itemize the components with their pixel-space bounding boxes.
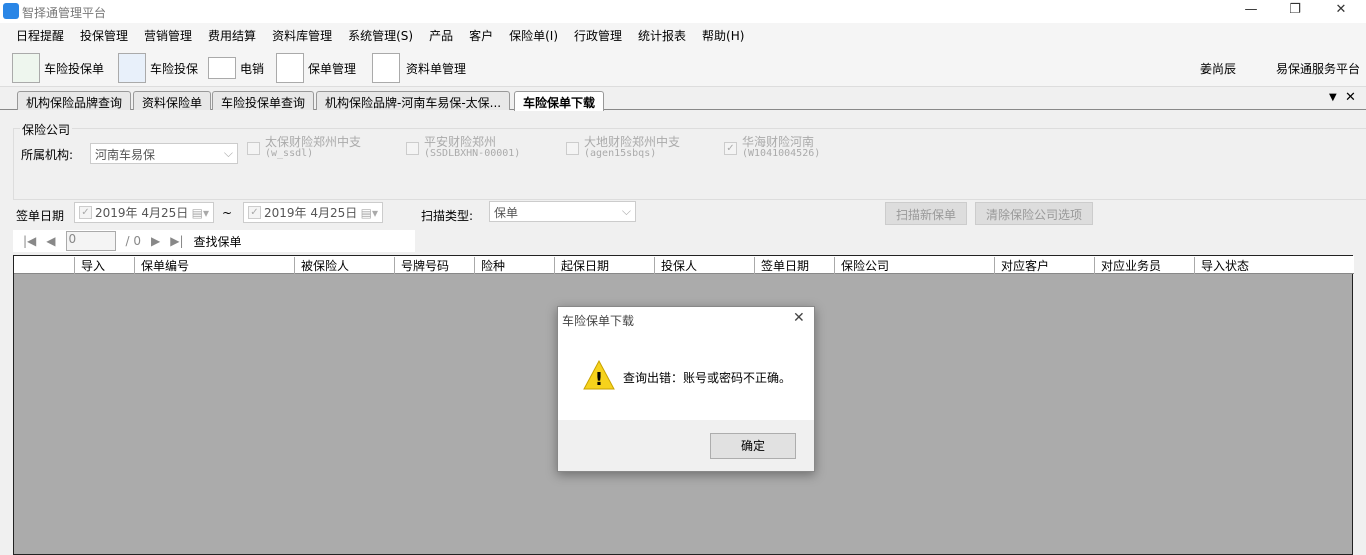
date-from-picker[interactable]: ✓ 2019年 4月25日 ▤▾ xyxy=(74,202,214,223)
error-dialog: 车险保单下载 ✕ ! 查询出错：账号或密码不正确。 确定 xyxy=(557,306,815,472)
date-label: 签单日期 xyxy=(16,209,65,223)
dialog-close-icon[interactable]: ✕ xyxy=(793,310,805,326)
contact-card-icon xyxy=(208,57,236,79)
car-insure-button[interactable]: 车险投保 xyxy=(118,53,198,83)
column-header[interactable]: 导入状态 xyxy=(1194,257,1249,274)
menu-item[interactable]: 客户 xyxy=(469,27,493,44)
menu-item[interactable]: 日程提醒 xyxy=(16,27,64,44)
column-header[interactable]: 险种 xyxy=(474,257,505,274)
calendar-icon[interactable]: ▤▾ xyxy=(361,206,378,220)
checkbox[interactable] xyxy=(566,142,579,155)
column-header[interactable]: 起保日期 xyxy=(554,257,609,274)
menu-item[interactable]: 系统管理(S) xyxy=(348,27,413,44)
minimize-icon[interactable]: — xyxy=(1241,2,1261,17)
telesales-button[interactable]: 电销 xyxy=(208,53,264,83)
calendar-icon[interactable]: ▤▾ xyxy=(192,206,209,220)
close-icon[interactable]: ✕ xyxy=(1331,2,1351,17)
tab-proposal-query[interactable]: 车险投保单查询 xyxy=(212,91,315,110)
company-checkbox[interactable]: 大地财险郑州中支 (agen15sbqs) xyxy=(566,136,680,159)
last-page-icon[interactable]: ▶| xyxy=(170,234,183,248)
column-header[interactable]: 被保险人 xyxy=(294,257,349,274)
insurer-group xyxy=(13,128,1366,200)
navigation-bar: |◀ ◀ 0 / 0 ▶ ▶| 查找保单 xyxy=(13,230,415,252)
spreadsheet-icon xyxy=(12,53,40,83)
car-proposal-button[interactable]: 车险投保单 xyxy=(12,53,104,83)
tilde: ~ xyxy=(222,206,233,220)
checkbox-checked[interactable]: ✓ xyxy=(79,206,92,219)
scan-type-select[interactable]: 保单 ⌵ xyxy=(489,201,636,222)
menu-item[interactable]: 费用结算 xyxy=(208,27,256,44)
company-checkbox[interactable]: 平安财险郑州 (SSDLBXHN-00001) xyxy=(406,136,520,159)
tab-data-policy[interactable]: 资料保险单 xyxy=(133,91,212,110)
blank-document-icon xyxy=(372,53,400,83)
date-to-picker[interactable]: ✓ 2019年 4月25日 ▤▾ xyxy=(243,202,383,223)
grid-header: 导入 保单编号 被保险人 号牌号码 险种 起保日期 投保人 签单日期 保险公司 … xyxy=(14,256,1354,274)
checkbox-checked[interactable]: ✓ xyxy=(724,142,737,155)
menu-item[interactable]: 资料库管理 xyxy=(272,27,332,44)
tab-policy-download[interactable]: 车险保单下载 xyxy=(514,91,605,111)
find-policy-button[interactable]: 查找保单 xyxy=(194,233,242,250)
restore-icon[interactable]: ❐ xyxy=(1285,2,1305,17)
column-header[interactable]: 投保人 xyxy=(654,257,697,274)
prev-page-icon[interactable]: ◀ xyxy=(46,234,55,248)
checkbox[interactable] xyxy=(406,142,419,155)
window-title: 智择通管理平台 xyxy=(22,6,107,20)
title-bar: 智择通管理平台 — ❐ ✕ xyxy=(0,0,1366,23)
tab-brand-query[interactable]: 机构保险品牌查询 xyxy=(17,91,132,110)
menu-item[interactable]: 产品 xyxy=(429,27,453,44)
document-pen-icon xyxy=(118,53,146,83)
policy-management-button[interactable]: 保单管理 xyxy=(276,53,356,83)
scan-new-policy-button[interactable]: 扫描新保单 xyxy=(885,202,968,225)
tab-close-icon[interactable]: ✕ xyxy=(1345,90,1356,105)
app-icon xyxy=(3,3,19,19)
service-platform-link[interactable]: 易保通服务平台 xyxy=(1276,60,1360,77)
menu-item[interactable]: 帮助(H) xyxy=(702,27,744,44)
column-header[interactable]: 对应业务员 xyxy=(1094,257,1161,274)
first-page-icon[interactable]: |◀ xyxy=(23,234,36,248)
column-header[interactable]: 号牌号码 xyxy=(394,257,449,274)
page-input[interactable]: 0 xyxy=(65,231,116,251)
tab-brand-henan[interactable]: 机构保险品牌-河南车易保-太保... xyxy=(316,91,511,110)
chevron-down-icon: ⌵ xyxy=(223,146,233,160)
menu-item[interactable]: 行政管理 xyxy=(574,27,622,44)
clear-company-button[interactable]: 清除保险公司选项 xyxy=(975,202,1094,225)
company-checkbox[interactable]: 太保财险郑州中支 (w_ssdl) xyxy=(247,136,361,159)
menu-item[interactable]: 统计报表 xyxy=(638,27,686,44)
column-header[interactable]: 保单编号 xyxy=(134,257,189,274)
svg-text:!: ! xyxy=(595,369,603,390)
menu-bar: 日程提醒 投保管理 营销管理 费用结算 资料库管理 系统管理(S) 产品 客户 … xyxy=(0,23,1366,47)
user-name[interactable]: 姜尚辰 xyxy=(1200,60,1236,77)
org-label: 所属机构: xyxy=(21,148,74,162)
toolbar: 车险投保单 车险投保 电销 保单管理 资料单管理 姜尚辰 易保通服务平台 xyxy=(0,47,1366,87)
scan-type-label: 扫描类型: xyxy=(421,209,474,223)
dialog-message: 查询出错：账号或密码不正确。 xyxy=(623,371,792,385)
group-label: 保险公司 xyxy=(20,121,73,138)
tab-dropdown-icon[interactable]: ▼ xyxy=(1329,92,1337,103)
page-total: / 0 xyxy=(125,234,142,248)
company-checkbox[interactable]: ✓ 华海财险河南 (W1041004526) xyxy=(724,136,820,159)
menu-item[interactable]: 投保管理 xyxy=(80,27,128,44)
checkbox-checked[interactable]: ✓ xyxy=(248,206,261,219)
checklist-pen-icon xyxy=(276,53,304,83)
column-header[interactable]: 对应客户 xyxy=(994,257,1049,274)
menu-item[interactable]: 营销管理 xyxy=(144,27,192,44)
document-management-button[interactable]: 资料单管理 xyxy=(372,53,466,83)
next-page-icon[interactable]: ▶ xyxy=(151,234,160,248)
column-header[interactable]: 保险公司 xyxy=(834,257,889,274)
dialog-title: 车险保单下载 xyxy=(562,314,635,328)
checkbox[interactable] xyxy=(247,142,260,155)
org-select[interactable]: 河南车易保 ⌵ xyxy=(90,143,238,164)
chevron-down-icon: ⌵ xyxy=(621,204,631,218)
ok-button[interactable]: 确定 xyxy=(710,433,796,459)
tab-strip: 机构保险品牌查询 资料保险单 车险投保单查询 机构保险品牌-河南车易保-太保..… xyxy=(0,88,1366,111)
column-header[interactable]: 签单日期 xyxy=(754,257,809,274)
menu-item[interactable]: 保险单(I) xyxy=(509,27,558,44)
warning-icon: ! xyxy=(583,360,615,390)
column-header[interactable]: 导入 xyxy=(74,257,105,274)
